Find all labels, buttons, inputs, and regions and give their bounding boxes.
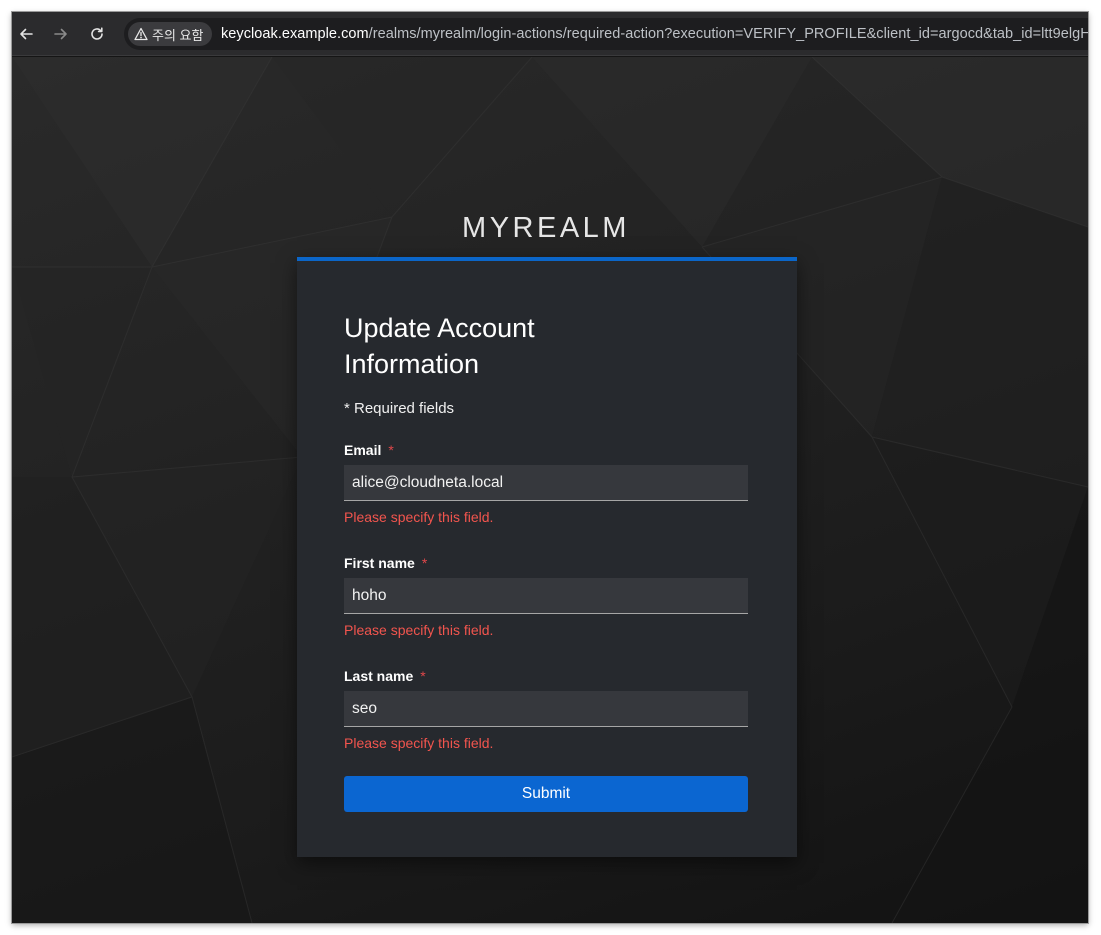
url-host: keycloak.example.com [221,26,369,42]
login-card: Update Account Information * Required fi… [297,257,797,857]
forward-icon [54,28,67,40]
first-name-label: First name * [344,555,427,571]
realm-title: MYREALM [462,212,630,244]
browser-window: 주의 요함 keycloak.example.com/realms/myreal… [12,12,1088,923]
url-text[interactable]: keycloak.example.com/realms/myrealm/logi… [221,18,1088,50]
email-required-mark: * [388,442,394,458]
email-label-text: Email [344,442,382,458]
url-path: /realms/myrealm/login-actions/required-a… [368,26,1088,42]
first-name-field[interactable] [344,578,748,614]
reload-button[interactable] [86,23,108,45]
last-name-label: Last name * [344,668,426,684]
email-error: Please specify this field. [344,509,494,525]
last-name-error: Please specify this field. [344,735,494,751]
first-name-error: Please specify this field. [344,622,494,638]
back-button[interactable] [15,23,37,45]
security-warning-chip[interactable]: 주의 요함 [128,22,213,46]
last-name-required-mark: * [420,668,426,684]
required-fields-note: * Required fields [344,400,455,417]
last-name-label-text: Last name [344,668,414,684]
login-page: MYREALM Update Account Information * Req… [12,57,1088,923]
email-field[interactable] [344,465,748,501]
submit-button[interactable]: Submit [344,776,748,812]
last-name-field[interactable] [344,691,748,727]
address-bar[interactable]: 주의 요함 keycloak.example.com/realms/myreal… [124,18,1088,50]
security-warning-label: 주의 요함 [152,27,204,43]
first-name-required-mark: * [421,555,428,571]
reload-icon [91,27,103,40]
browser-toolbar: 주의 요함 keycloak.example.com/realms/myreal… [12,12,1088,56]
warning-icon [134,27,148,41]
back-icon [20,28,33,40]
forward-button[interactable] [50,23,72,45]
page-title: Update Account Information [344,313,535,379]
first-name-label-text: First name [344,555,415,571]
email-label: Email * [344,442,394,458]
